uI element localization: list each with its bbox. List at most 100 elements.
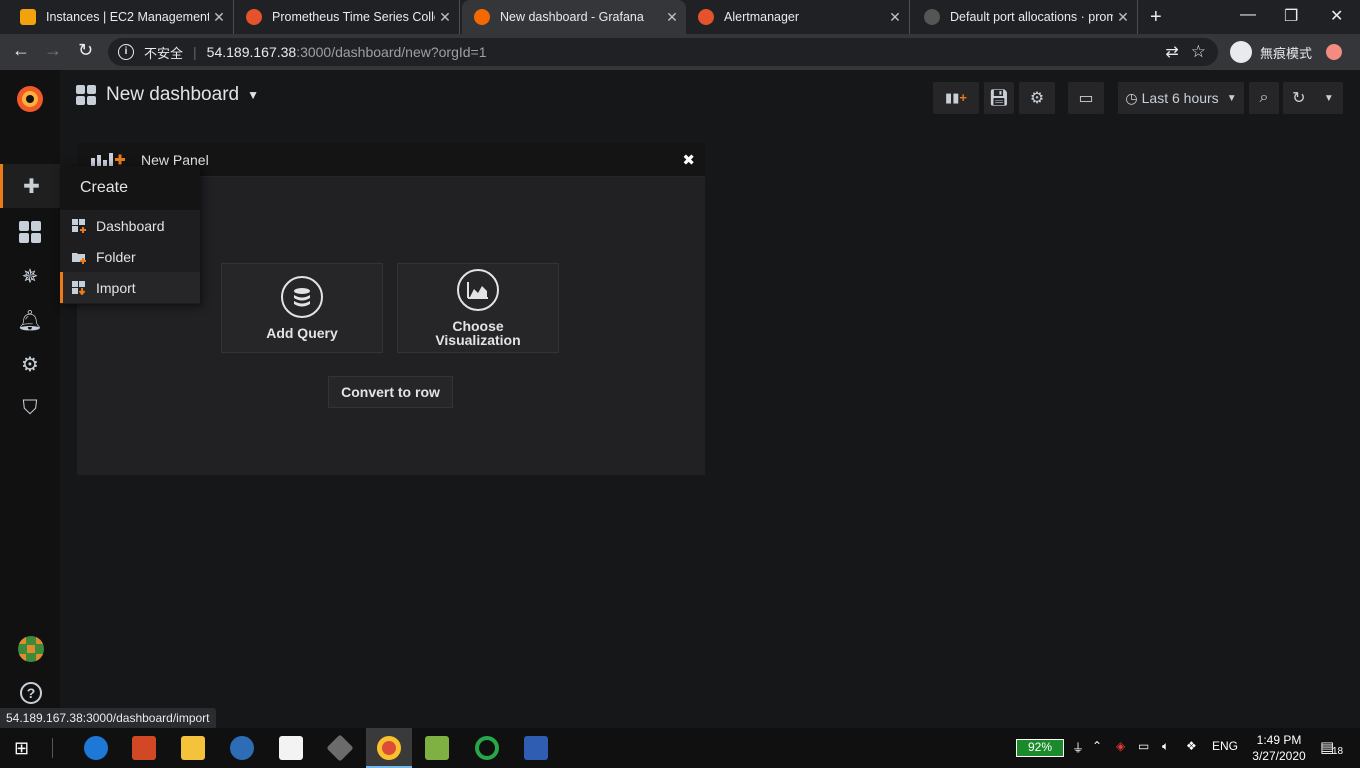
chevron-up-icon[interactable]: ⌃	[1092, 739, 1102, 753]
add-query-button[interactable]: Add Query	[221, 263, 383, 353]
restore-icon[interactable]: ❐	[1284, 6, 1298, 26]
close-icon[interactable]: ✖	[682, 151, 695, 169]
incognito-icon	[1230, 41, 1252, 63]
sidemenu-dashboards[interactable]	[0, 210, 60, 254]
zoom-out-button[interactable]: ⌕	[1249, 82, 1279, 114]
choose-visualization-label: Visualization	[435, 332, 521, 348]
battery-label: 92%	[1027, 740, 1053, 754]
info-icon[interactable]: i	[118, 44, 134, 60]
chrome-icon[interactable]	[377, 736, 401, 760]
volume-icon[interactable]: 🔈︎	[1162, 739, 1169, 754]
network-app-icon[interactable]	[524, 736, 548, 760]
sync-icon[interactable]	[475, 736, 499, 760]
forward-icon[interactable]: →	[44, 40, 62, 61]
power-plug-icon[interactable]: ⏚	[1072, 739, 1084, 756]
create-menu-item-dashboard[interactable]: Dashboard	[60, 210, 200, 241]
bookmark-star-icon[interactable]: ☆	[1191, 42, 1206, 62]
windows-taskbar: ⊞ 92% ⏚ ⌃ ◈ ▭ 🔈︎ ❖ ENG 1:49 PM 3/27/2020…	[0, 728, 1360, 768]
translate-icon[interactable]: ⇄	[1165, 42, 1178, 62]
new-tab-icon[interactable]: +	[1150, 6, 1162, 29]
divider	[52, 738, 53, 758]
close-tab-icon[interactable]: ✕	[885, 9, 905, 26]
url-path: :3000/dashboard/new?orgId=1	[296, 44, 487, 60]
browser-tab[interactable]: Prometheus Time Series Collection ✕	[234, 0, 460, 34]
status-url: 54.189.167.38:3000/dashboard/import	[6, 711, 210, 725]
import-icon	[72, 280, 86, 295]
search-minus-icon: ⌕	[1259, 89, 1269, 106]
url-host: 54.189.167.38	[206, 44, 297, 60]
sidemenu-configuration[interactable]: ⚙	[0, 342, 60, 386]
notepad-plus-icon[interactable]	[425, 736, 449, 760]
git-icon[interactable]	[326, 734, 354, 762]
browser-tab[interactable]: Default port allocations · prometheus ✕	[912, 0, 1138, 34]
close-window-icon[interactable]: ✕	[1330, 6, 1343, 26]
view-mode-button[interactable]: ▭	[1068, 82, 1104, 114]
close-tab-icon[interactable]: ✕	[209, 9, 229, 26]
area-chart-icon	[457, 269, 499, 311]
folder-new-icon	[72, 252, 86, 264]
caret-down-icon: ▼	[1226, 92, 1237, 104]
minimize-icon[interactable]: —	[1240, 6, 1256, 24]
browser-tab[interactable]: Alertmanager ✕	[686, 0, 910, 34]
update-icon[interactable]	[1326, 44, 1343, 60]
sidemenu-create[interactable]: ✚	[0, 164, 60, 208]
store-icon[interactable]	[279, 736, 303, 760]
choose-visualization-button[interactable]: Choose Visualization	[397, 263, 559, 353]
dashboard-title-button[interactable]: New dashboard ▼	[76, 84, 259, 106]
dashboard-new-icon	[72, 218, 86, 233]
menu-item-label: Import	[96, 279, 136, 296]
back-icon[interactable]: ←	[12, 40, 30, 61]
reload-icon[interactable]: ↻	[78, 40, 93, 61]
help-icon[interactable]: ?	[20, 682, 42, 704]
add-panel-button[interactable]: ▮▮+	[933, 82, 979, 114]
menu-item-label: Folder	[96, 248, 136, 265]
database-icon	[281, 276, 323, 318]
battery-tray-icon[interactable]: ▭	[1138, 739, 1149, 753]
language-indicator[interactable]: ENG	[1212, 739, 1238, 753]
sidemenu-server-admin[interactable]: ⛉	[0, 386, 60, 430]
monitor-icon: ▭	[1078, 90, 1094, 107]
close-tab-icon[interactable]: ✕	[435, 9, 455, 26]
sidemenu-explore[interactable]: ✵	[0, 254, 60, 298]
incognito-indicator[interactable]: 無痕模式	[1230, 38, 1343, 66]
powerpoint-icon[interactable]	[132, 736, 156, 760]
convert-to-row-button[interactable]: Convert to row	[328, 376, 453, 408]
dropbox-icon[interactable]: ❖	[1186, 739, 1197, 753]
close-tab-icon[interactable]: ✕	[662, 9, 682, 26]
tab-title: Default port allocations · prometheus	[950, 10, 1113, 24]
explore-compass-icon: ✵	[21, 265, 39, 288]
sidemenu-alerting[interactable]: 🔔︎	[0, 298, 60, 342]
browser-tab[interactable]: Instances | EC2 Management Console ✕	[8, 0, 234, 34]
edge-icon[interactable]	[84, 736, 108, 760]
clock-icon: ◷	[1125, 89, 1138, 106]
link-status-bubble: 54.189.167.38:3000/dashboard/import	[0, 708, 216, 728]
tab-title: New dashboard - Grafana	[500, 10, 644, 24]
battery-indicator[interactable]: 92%	[1016, 739, 1064, 757]
address-bar[interactable]: i 不安全 | 54.189.167.38:3000/dashboard/new…	[108, 38, 1218, 66]
shield-icon: ⛉	[22, 396, 38, 419]
create-menu-item-import[interactable]: Import	[60, 272, 200, 303]
avatar[interactable]	[18, 636, 44, 662]
dashboard-settings-button[interactable]: ⚙	[1019, 82, 1055, 114]
system-clock[interactable]: 1:49 PM 3/27/2020	[1244, 732, 1314, 764]
create-menu-item-folder[interactable]: Folder	[60, 241, 200, 272]
action-center-icon[interactable]: ▤ 18	[1320, 738, 1344, 758]
time-range-picker[interactable]: ◷ Last 6 hours ▼	[1118, 82, 1244, 114]
close-tab-icon[interactable]: ✕	[1113, 9, 1133, 26]
notification-count: 18	[1332, 746, 1344, 757]
dashboards-grid-icon	[19, 221, 41, 243]
acrobat-tray-icon[interactable]: ◈	[1116, 739, 1125, 753]
tab-title: Instances | EC2 Management Console	[46, 10, 209, 24]
refresh-button[interactable]: ↻ ▼	[1283, 82, 1343, 114]
grafana-logo-icon[interactable]	[13, 82, 47, 116]
incognito-label: 無痕模式	[1260, 45, 1313, 61]
convert-to-row-label: Convert to row	[341, 384, 440, 400]
browser-tab-active[interactable]: New dashboard - Grafana ✕	[462, 0, 686, 34]
gear-icon: ⚙	[21, 353, 39, 376]
file-explorer-icon[interactable]	[181, 736, 205, 760]
create-menu-header[interactable]: Create	[60, 166, 200, 210]
windows-start-icon[interactable]: ⊞	[14, 738, 29, 759]
save-dashboard-button[interactable]: 💾︎	[984, 82, 1014, 114]
r-icon[interactable]	[230, 736, 254, 760]
tab-title: Prometheus Time Series Collection	[272, 10, 435, 24]
